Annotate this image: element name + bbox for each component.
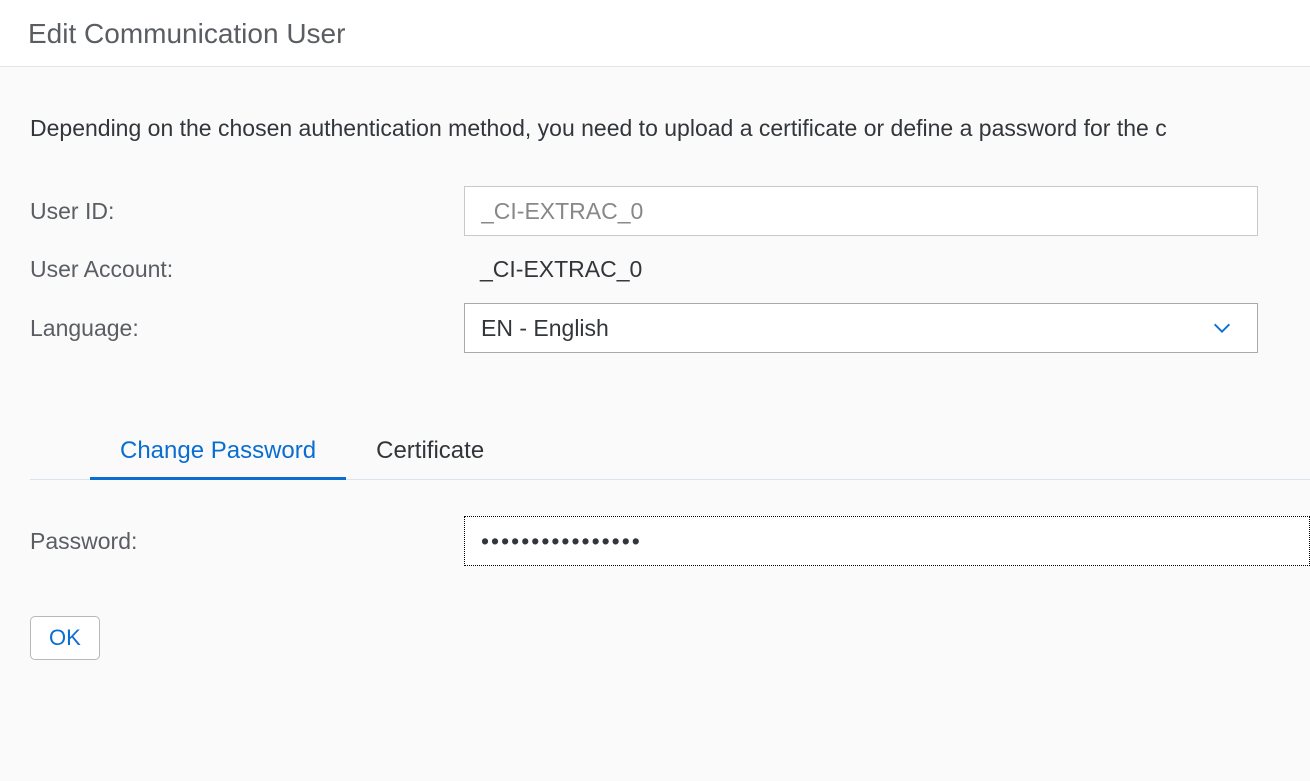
dialog-content: Depending on the chosen authentication m… [0,67,1310,781]
password-input[interactable] [464,516,1310,566]
user-id-row: User ID: [30,186,1310,236]
description-text: Depending on the chosen authentication m… [30,115,1310,142]
language-select-wrapper: EN - English [464,303,1258,353]
password-label: Password: [30,528,464,555]
language-row: Language: EN - English [30,303,1310,353]
language-label: Language: [30,315,464,342]
language-value: EN - English [481,315,609,342]
user-id-input[interactable] [464,186,1258,236]
user-account-row: User Account: _CI-EXTRAC_0 [30,256,1310,283]
password-row: Password: [30,516,1310,566]
tab-change-password[interactable]: Change Password [90,423,346,479]
user-account-label: User Account: [30,256,464,283]
tabs-container: Change Password Certificate [30,423,1310,480]
page-title: Edit Communication User [28,18,1282,50]
ok-button[interactable]: OK [30,616,100,660]
tab-certificate[interactable]: Certificate [346,423,514,479]
chevron-down-icon [1211,317,1233,339]
dialog-header: Edit Communication User [0,0,1310,67]
user-id-label: User ID: [30,198,464,225]
user-account-value: _CI-EXTRAC_0 [464,256,642,283]
language-select[interactable]: EN - English [464,303,1258,353]
